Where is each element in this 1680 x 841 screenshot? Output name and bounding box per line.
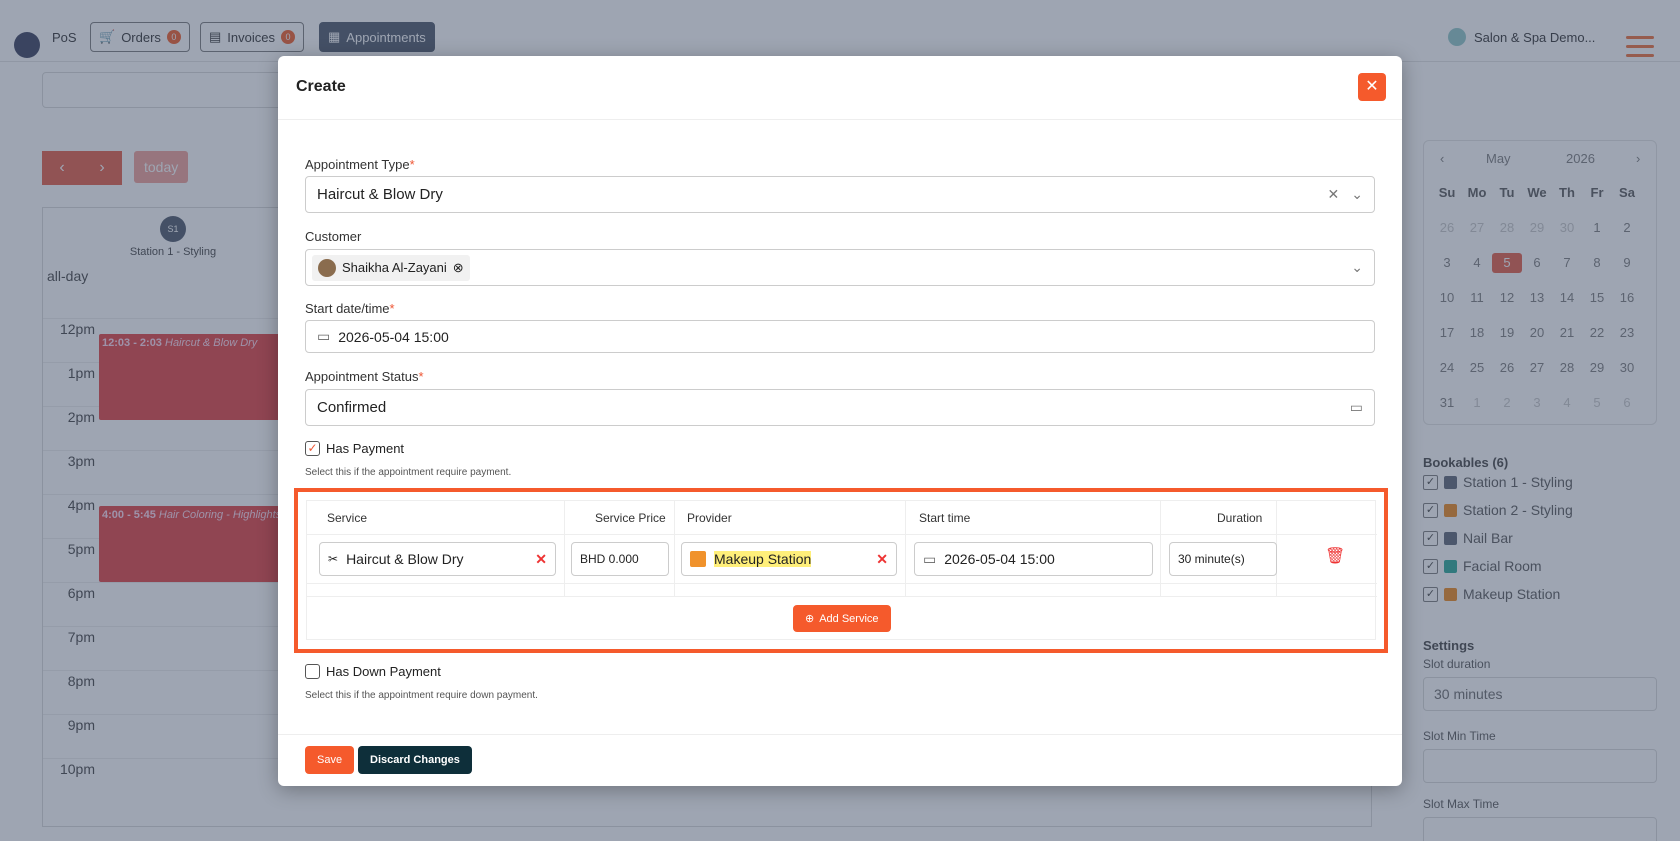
modal-footer: Save Discard Changes (278, 734, 1402, 786)
plus-circle-icon: ⊕ (805, 613, 815, 625)
has-payment-hint: Select this if the appointment require p… (305, 467, 512, 478)
chevron-down-icon[interactable]: ⌄ (1351, 259, 1363, 276)
clear-service-icon[interactable]: ✕ (535, 551, 547, 568)
header-price: Service Price (595, 511, 666, 525)
header-start: Start time (919, 511, 971, 525)
close-icon[interactable]: ✕ (1358, 73, 1386, 101)
calendar-icon: ▭ (923, 550, 937, 567)
discard-button[interactable]: Discard Changes (358, 746, 472, 774)
calendar-icon: ▭ (317, 328, 331, 344)
start-datetime-input[interactable]: ▭ 2026-05-04 15:00 (305, 320, 1375, 353)
provider-color-icon (690, 551, 706, 567)
customer-select[interactable]: Shaikha Al-Zayani ⊗ ⌄ (305, 249, 1375, 286)
services-table: Service Service Price Provider Start tim… (306, 500, 1377, 640)
trash-icon[interactable]: 🗑 (1325, 546, 1345, 566)
checkbox-empty[interactable] (305, 664, 320, 679)
modal-title: Create (296, 78, 346, 95)
service-price-input[interactable]: BHD 0.000 (571, 542, 669, 576)
header-duration: Duration (1217, 511, 1263, 525)
start-datetime-label: Start date/time* (305, 301, 395, 316)
customer-label: Customer (305, 229, 362, 244)
select-icon: ▭ (1349, 399, 1363, 415)
service-start-input[interactable]: ▭ 2026-05-04 15:00 (914, 542, 1153, 576)
provider-select[interactable]: Makeup Station ✕ (681, 542, 897, 576)
checkmark-icon[interactable]: ✓ (305, 441, 320, 456)
clear-provider-icon[interactable]: ✕ (876, 551, 888, 568)
header-service: Service (327, 511, 368, 525)
duration-input[interactable]: 30 minute(s) (1169, 542, 1277, 576)
scissors-icon: ✂ (328, 552, 339, 566)
services-highlight-box: Service Service Price Provider Start tim… (294, 488, 1388, 653)
add-service-button[interactable]: ⊕ Add Service (793, 605, 891, 632)
has-down-payment-hint: Select this if the appointment require d… (305, 690, 538, 701)
chevron-down-icon[interactable]: ⌄ (1351, 186, 1363, 203)
create-modal: Create ✕ Appointment Type* Haircut & Blo… (278, 56, 1402, 786)
clear-icon[interactable]: ✕ (1328, 186, 1340, 203)
save-button[interactable]: Save (305, 746, 355, 774)
customer-avatar (318, 258, 336, 277)
customer-chip: Shaikha Al-Zayani ⊗ (312, 254, 470, 281)
remove-chip-icon[interactable]: ⊗ (453, 260, 464, 276)
appointment-type-select[interactable]: Haircut & Blow Dry ✕ ⌄ (305, 176, 1375, 213)
header-provider: Provider (687, 511, 732, 525)
has-payment-checkbox[interactable]: ✓ Has Payment (305, 441, 404, 456)
status-select[interactable]: Confirmed ▭ (305, 389, 1375, 426)
service-select[interactable]: ✂ Haircut & Blow Dry ✕ (319, 542, 556, 576)
appointment-type-label: Appointment Type* (305, 157, 415, 172)
status-label: Appointment Status* (305, 369, 424, 384)
has-down-payment-checkbox[interactable]: Has Down Payment (305, 664, 441, 679)
